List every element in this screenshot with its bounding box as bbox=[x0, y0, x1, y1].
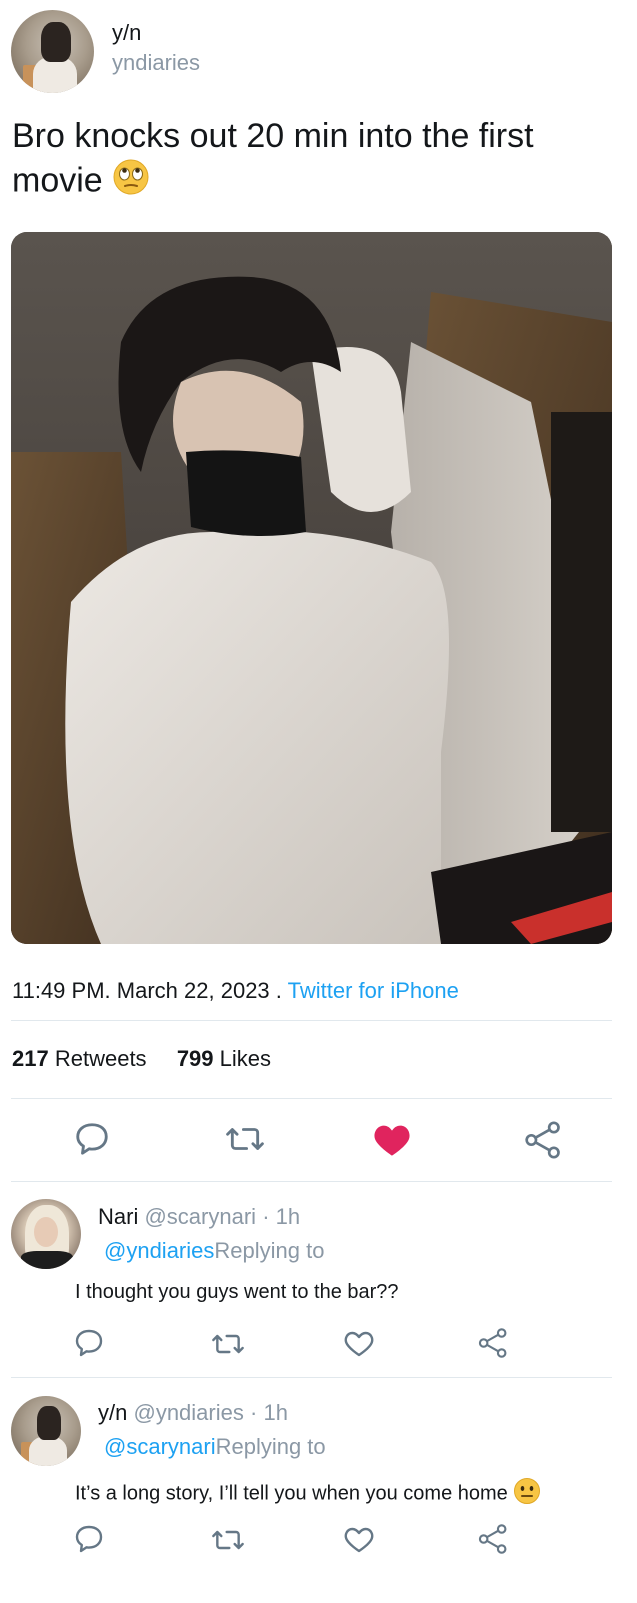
reply-author-handle[interactable]: @scarynari bbox=[144, 1204, 256, 1229]
reply-mention-link[interactable]: @yndiaries bbox=[104, 1238, 214, 1263]
reply-author-name[interactable]: Nari bbox=[98, 1204, 138, 1229]
tweet-photo[interactable] bbox=[11, 232, 612, 944]
reply-header: y/n @yndiaries · 1h bbox=[98, 1400, 288, 1425]
share-icon[interactable] bbox=[477, 1326, 509, 1360]
reply-icon[interactable] bbox=[73, 1120, 111, 1158]
replying-to: @yndiariesReplying to bbox=[104, 1238, 325, 1263]
retweets-stat[interactable]: 217 Retweets bbox=[12, 1046, 147, 1071]
reply-time: 1h bbox=[275, 1204, 301, 1229]
reply-text: It’s a long story, I’ll tell you when yo… bbox=[75, 1477, 541, 1511]
divider bbox=[11, 1377, 612, 1378]
reply-mention-link[interactable]: @scarynari bbox=[104, 1434, 216, 1459]
tweet-source-link[interactable]: Twitter for iPhone bbox=[288, 978, 459, 1003]
divider bbox=[11, 1020, 612, 1021]
author-handle[interactable]: yndiaries bbox=[112, 50, 200, 76]
reply-time: 1h bbox=[263, 1400, 288, 1425]
tweet-stats: 217 Retweets 799 Likes bbox=[12, 1046, 271, 1072]
author-name[interactable]: y/n bbox=[112, 20, 141, 46]
tweet-time: 11:49 PM bbox=[12, 978, 105, 1003]
like-icon[interactable] bbox=[343, 1524, 375, 1554]
divider bbox=[11, 1181, 612, 1182]
like-icon-filled[interactable] bbox=[372, 1120, 412, 1158]
share-icon[interactable] bbox=[523, 1120, 563, 1160]
reply-avatar[interactable] bbox=[11, 1396, 81, 1466]
retweet-icon[interactable] bbox=[210, 1524, 246, 1556]
reply-icon[interactable] bbox=[73, 1327, 105, 1359]
retweet-icon[interactable] bbox=[210, 1328, 246, 1360]
tweet-date: March 22, 2023 bbox=[116, 978, 270, 1003]
face-with-rolling-eyes-icon bbox=[112, 158, 150, 207]
reply-author-name[interactable]: y/n bbox=[98, 1400, 127, 1425]
like-icon[interactable] bbox=[343, 1328, 375, 1358]
reply-header: Nari @scarynari · 1h bbox=[98, 1204, 301, 1229]
share-icon[interactable] bbox=[477, 1522, 509, 1556]
tweet-meta: 11:49 PM. March 22, 2023 . Twitter for i… bbox=[12, 978, 459, 1003]
neutral-face-icon bbox=[513, 1477, 541, 1511]
reply-avatar[interactable] bbox=[11, 1199, 81, 1269]
reply-author-handle[interactable]: @yndiaries bbox=[133, 1400, 243, 1425]
replying-to: @scarynariReplying to bbox=[104, 1434, 326, 1459]
retweet-icon[interactable] bbox=[224, 1120, 266, 1158]
tweet-text: Bro knocks out 20 min into the first mov… bbox=[12, 114, 612, 207]
divider bbox=[11, 1098, 612, 1099]
reply-icon[interactable] bbox=[73, 1523, 105, 1555]
likes-stat[interactable]: 799 Likes bbox=[177, 1046, 271, 1071]
author-avatar[interactable] bbox=[11, 10, 94, 93]
reply-text: I thought you guys went to the bar?? bbox=[75, 1281, 399, 1303]
